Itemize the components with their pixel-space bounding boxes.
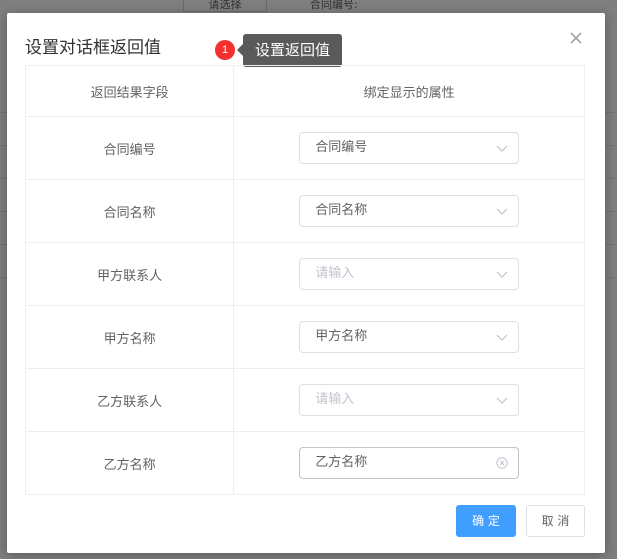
cancel-button[interactable]: 取 消: [526, 505, 585, 537]
return-value-dialog: 设置对话框返回值 1 设置返回值 返回结果字段 绑定显示的属性 合同编号 合同编号…: [7, 13, 605, 553]
attribute-select[interactable]: 合同名称: [299, 195, 520, 227]
attribute-cell: 请输入: [233, 242, 585, 306]
select-placeholder: 请输入: [315, 266, 355, 281]
table-row: 合同编号 合同编号: [24, 116, 585, 180]
table-row: 乙方名称 乙方名称: [24, 431, 585, 495]
clear-circle-icon[interactable]: [496, 457, 508, 469]
attribute-cell: 合同名称: [233, 179, 585, 243]
select-value: 合同编号: [315, 140, 368, 155]
return-field-name: 甲方联系人: [24, 242, 235, 306]
hint-tooltip: 设置返回值: [243, 34, 342, 67]
mapping-table: 返回结果字段 绑定显示的属性 合同编号 合同编号 合同名称 合同名称 甲方联系人 请输入甲…: [24, 65, 585, 495]
select-value: 乙方名称: [315, 455, 368, 470]
select-value: 合同名称: [315, 203, 368, 218]
attribute-cell: 请输入: [233, 368, 585, 432]
table-row: 甲方名称 甲方名称: [24, 305, 585, 369]
return-field-name: 甲方名称: [24, 305, 235, 369]
attribute-cell: 合同编号: [233, 116, 585, 180]
header-bound-attribute: 绑定显示的属性: [233, 65, 585, 117]
attribute-select[interactable]: 合同编号: [299, 132, 520, 164]
table-row: 乙方联系人 请输入: [24, 368, 585, 432]
return-field-name: 合同编号: [24, 116, 235, 180]
attribute-select[interactable]: 乙方名称: [299, 447, 520, 479]
header-return-field: 返回结果字段: [24, 65, 235, 117]
return-field-name: 合同名称: [24, 179, 235, 243]
step-badge: 1: [215, 40, 235, 60]
chevron-down-icon: [496, 206, 508, 216]
attribute-select[interactable]: 请输入: [299, 384, 520, 416]
close-icon: [570, 32, 582, 44]
table-row: 甲方联系人 请输入: [24, 242, 585, 306]
chevron-down-icon: [496, 332, 508, 342]
return-field-name: 乙方联系人: [24, 368, 235, 432]
dialog-title: 设置对话框返回值: [25, 38, 161, 58]
table-header-row: 返回结果字段 绑定显示的属性: [24, 65, 585, 117]
attribute-cell: 乙方名称: [233, 431, 585, 495]
table-row: 合同名称 合同名称: [24, 179, 585, 243]
select-value: 甲方名称: [315, 329, 368, 344]
confirm-button[interactable]: 确 定: [456, 505, 516, 537]
select-placeholder: 请输入: [315, 392, 355, 407]
attribute-cell: 甲方名称: [233, 305, 585, 369]
chevron-down-icon: [496, 143, 508, 153]
attribute-select[interactable]: 请输入: [299, 258, 520, 290]
chevron-down-icon: [496, 395, 508, 405]
close-button[interactable]: [569, 31, 583, 45]
return-field-name: 乙方名称: [24, 431, 235, 495]
attribute-select[interactable]: 甲方名称: [299, 321, 520, 353]
chevron-down-icon: [496, 269, 508, 279]
